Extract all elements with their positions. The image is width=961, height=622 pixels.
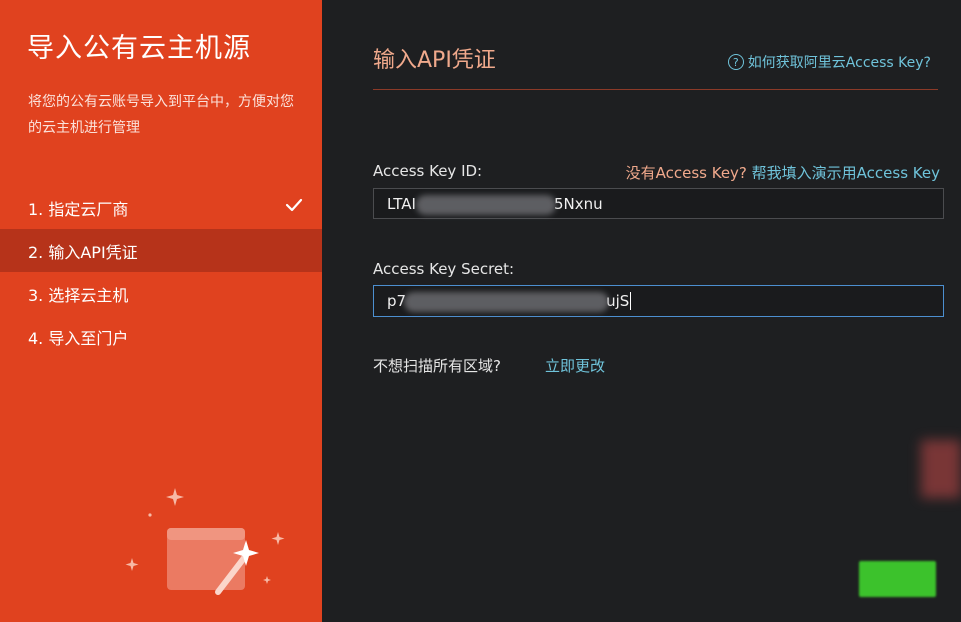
access-key-id-field[interactable]: LTAI 5Nxnu (373, 188, 944, 219)
access-key-secret-label: Access Key Secret: (373, 260, 515, 278)
watermark (677, 558, 857, 598)
access-key-secret-value-end: ujS (606, 292, 630, 310)
step-item-2[interactable]: 2. 输入API凭证 (0, 229, 322, 272)
step-label: 4. 导入至门户 (28, 328, 129, 348)
step-item-1[interactable]: 1. 指定云厂商 (0, 186, 322, 229)
access-key-secret-field[interactable]: p7 ujS (373, 285, 944, 317)
step-label: 1. 指定云厂商 (28, 199, 129, 219)
blurred-overlay (921, 440, 961, 498)
question-circle-icon: ? (727, 54, 744, 70)
demo-key-prompt: 没有Access Key? 帮我填入演示用Access Key (626, 162, 940, 183)
access-key-id-value-end: 5Nxnu (553, 194, 603, 213)
page-title: 输入API凭证 (373, 48, 496, 73)
credential-form-panel: 输入API凭证 ? 如何获取阿里云Access Key? Access Key … (322, 0, 961, 622)
next-button[interactable] (859, 561, 936, 597)
demo-key-question: 没有Access Key? (625, 164, 747, 182)
wizard-sidebar: 导入公有云主机源 将您的公有云账号导入到平台中，方便对您的云主机进行管理 1. … (0, 0, 322, 622)
access-key-id-value-start: LTAI (387, 194, 416, 213)
redaction-blur (404, 292, 609, 312)
step-list: 1. 指定云厂商 2. 输入API凭证 3. 选择云主机 4. 导入至门户 (0, 186, 322, 358)
demo-key-link[interactable]: 帮我填入演示用Access Key (752, 164, 940, 182)
magic-wand-window-illustration (125, 488, 285, 595)
redaction-blur (416, 195, 556, 215)
step-label: 3. 选择云主机 (28, 285, 129, 305)
access-key-id-label: Access Key ID: (373, 162, 483, 180)
step-label: 2. 输入API凭证 (28, 242, 138, 262)
import-wizard: 导入公有云主机源 将您的公有云账号导入到平台中，方便对您的云主机进行管理 1. … (0, 0, 961, 622)
step-item-3[interactable]: 3. 选择云主机 (0, 272, 322, 315)
wizard-title: 导入公有云主机源 (27, 33, 251, 64)
text-caret (630, 292, 632, 310)
help-link-label: 如何获取阿里云Access Key? (747, 55, 931, 71)
region-prompt: 不想扫描所有区域? (373, 357, 501, 375)
check-icon (285, 198, 303, 212)
help-link[interactable]: ? 如何获取阿里云Access Key? (727, 52, 931, 72)
change-region-link[interactable]: 立即更改 (545, 355, 605, 376)
title-divider (373, 89, 938, 90)
wizard-description: 将您的公有云账号导入到平台中，方便对您的云主机进行管理 (28, 94, 294, 136)
step-item-4[interactable]: 4. 导入至门户 (0, 315, 322, 358)
